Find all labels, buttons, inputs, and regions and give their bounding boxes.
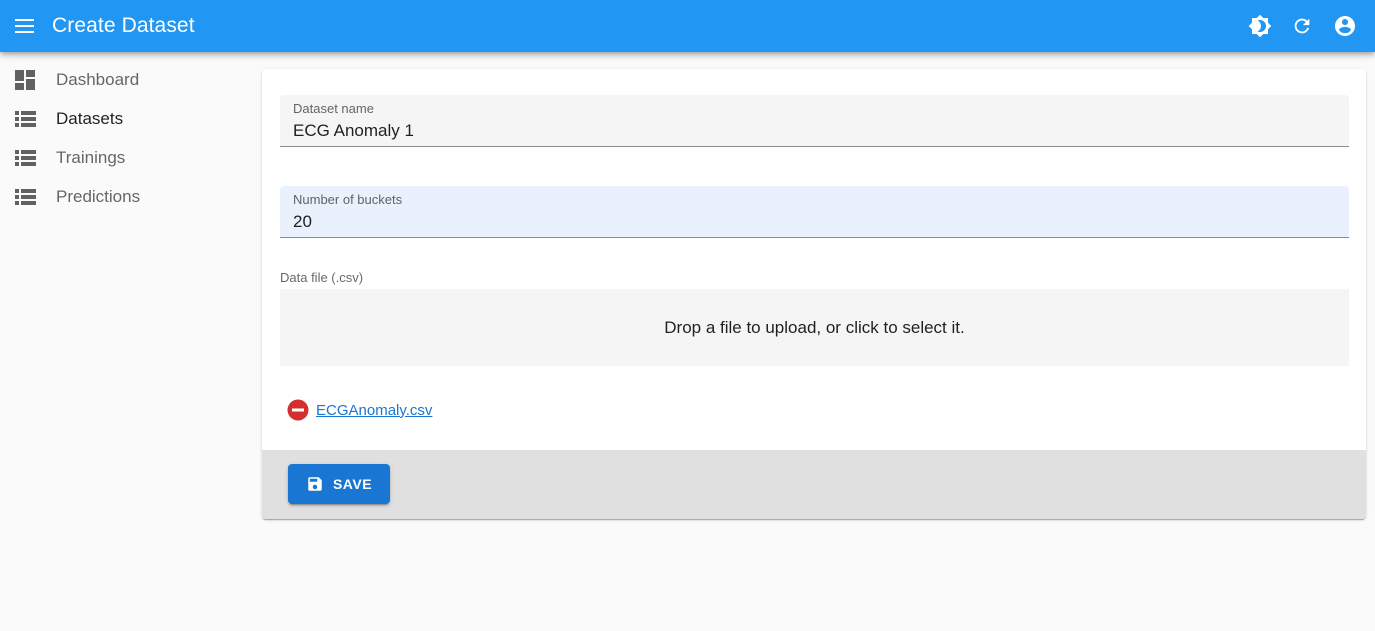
dataset-name-field[interactable]: Dataset name xyxy=(280,95,1349,147)
form-toolbar: SAVE xyxy=(262,450,1366,519)
list-icon xyxy=(15,186,37,208)
data-file-label: Data file (.csv) xyxy=(280,270,364,285)
sidebar-item-label: Dashboard xyxy=(56,69,140,89)
theme-toggle-icon[interactable] xyxy=(1248,14,1272,38)
buckets-input[interactable] xyxy=(293,212,1336,232)
list-icon xyxy=(15,108,37,130)
menu-icon[interactable] xyxy=(13,14,37,38)
sidebar: Dashboard Datasets Trainings Predictions xyxy=(0,60,240,216)
sidebar-item-datasets[interactable]: Datasets xyxy=(0,99,240,138)
sidebar-item-label: Predictions xyxy=(56,186,141,206)
sidebar-item-trainings[interactable]: Trainings xyxy=(0,138,240,177)
buckets-label: Number of buckets xyxy=(293,192,403,207)
dashboard-icon xyxy=(15,69,37,91)
file-dropzone[interactable]: Drop a file to upload, or click to selec… xyxy=(280,289,1349,366)
uploaded-file: ECGAnomaly.csv xyxy=(287,399,432,421)
list-icon xyxy=(15,147,37,169)
sidebar-item-predictions[interactable]: Predictions xyxy=(0,177,240,216)
sidebar-item-dashboard[interactable]: Dashboard xyxy=(0,60,240,99)
dataset-name-label: Dataset name xyxy=(293,101,374,116)
dropzone-text: Drop a file to upload, or click to selec… xyxy=(664,317,965,337)
app-bar: Create Dataset xyxy=(0,0,1375,52)
save-button[interactable]: SAVE xyxy=(288,464,390,504)
buckets-field[interactable]: Number of buckets xyxy=(280,186,1349,238)
refresh-icon[interactable] xyxy=(1290,14,1314,38)
dataset-name-input[interactable] xyxy=(293,121,1336,141)
remove-file-icon[interactable] xyxy=(287,399,309,421)
file-link[interactable]: ECGAnomaly.csv xyxy=(316,402,432,419)
create-dataset-form: Dataset name Number of buckets Data file… xyxy=(262,69,1366,519)
sidebar-item-label: Datasets xyxy=(56,108,124,128)
account-icon[interactable] xyxy=(1333,14,1357,38)
page-title: Create Dataset xyxy=(52,14,195,37)
sidebar-item-label: Trainings xyxy=(56,147,126,167)
save-button-label: SAVE xyxy=(332,476,373,492)
save-icon xyxy=(306,475,324,493)
